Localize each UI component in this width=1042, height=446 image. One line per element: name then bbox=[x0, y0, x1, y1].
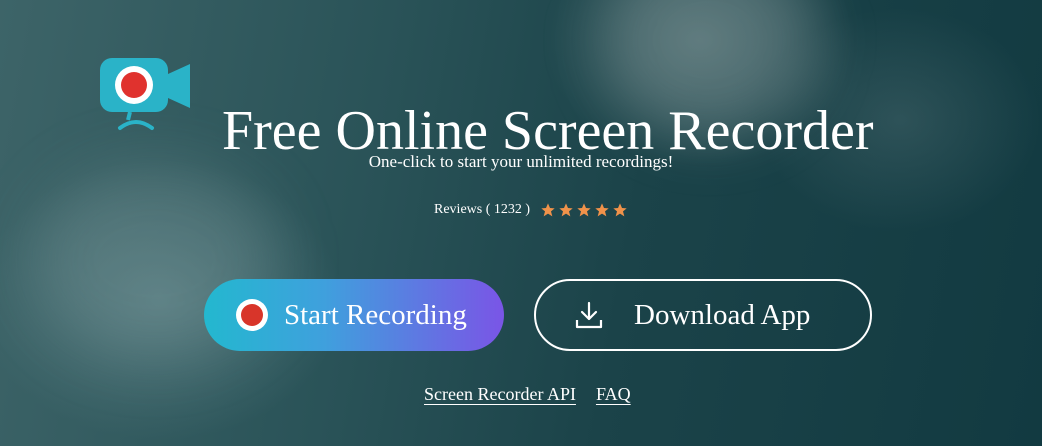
reviews-summary: Reviews ( 1232 ) bbox=[434, 199, 628, 221]
download-app-button[interactable]: Download App bbox=[534, 279, 872, 351]
start-recording-label: Start Recording bbox=[284, 298, 467, 331]
reviews-label: Reviews ( 1232 ) bbox=[434, 202, 531, 217]
star-icon bbox=[595, 203, 609, 217]
star-icon bbox=[577, 203, 591, 217]
faq-link[interactable]: FAQ bbox=[596, 384, 631, 405]
hero-section: Free Online Screen Recorder One-click to… bbox=[0, 0, 1042, 446]
camera-record-icon bbox=[100, 58, 190, 130]
screen-recorder-api-link[interactable]: Screen Recorder API bbox=[424, 384, 576, 405]
start-recording-button[interactable]: Start Recording bbox=[204, 279, 504, 351]
footer-links: Screen Recorder API FAQ bbox=[424, 384, 631, 405]
download-app-label: Download App bbox=[634, 298, 811, 331]
page-subtitle: One-click to start your unlimited record… bbox=[368, 152, 674, 171]
star-icon bbox=[541, 203, 555, 217]
record-icon bbox=[236, 299, 268, 331]
star-icon bbox=[559, 203, 573, 217]
star-icon bbox=[613, 203, 627, 217]
rating-stars bbox=[540, 202, 628, 218]
download-icon bbox=[575, 301, 603, 329]
